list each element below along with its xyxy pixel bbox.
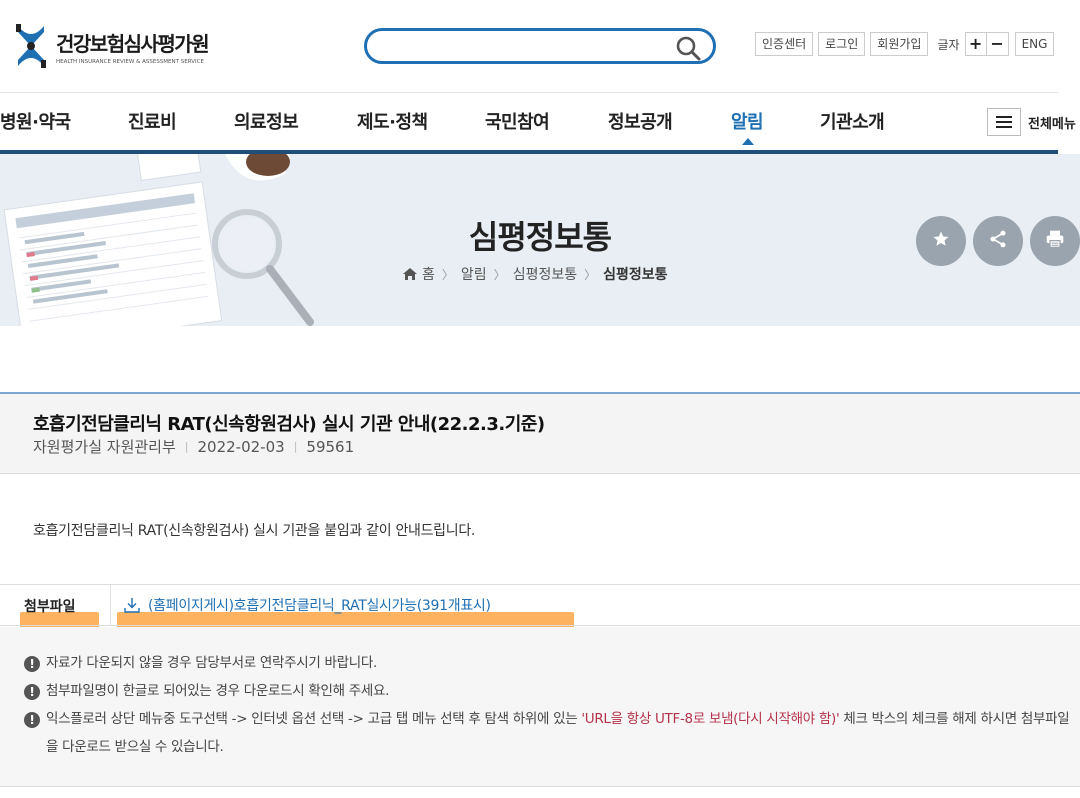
- breadcrumb-chevron-icon: 〉: [493, 267, 506, 282]
- search-input[interactable]: [383, 31, 673, 61]
- notice-text-part: 익스플로러 상단 메뉴중 도구선택 -> 인터넷 옵션 선택 -> 고급 탭 메…: [46, 711, 582, 727]
- attachment-file-link[interactable]: (홈페이지게시)호흡기전담클리닉_RAT실시가능(391개표시): [124, 595, 491, 615]
- logo-korean-text: 건강보험심사평가원: [56, 31, 210, 56]
- utility-menu: 인증센터 로그인 회원가입 글자 + − ENG: [755, 32, 1059, 56]
- nav-disclosure[interactable]: 정보공개: [608, 108, 673, 134]
- download-notice-box: ! 자료가 다운되지 않을 경우 담당부서로 연락주시기 바랍니다. ! 첨부파…: [0, 627, 1080, 787]
- exclamation-icon: !: [24, 712, 40, 728]
- nav-notice[interactable]: 알림: [731, 108, 764, 134]
- all-menu-label: 전체메뉴: [1028, 116, 1076, 132]
- breadcrumb-board[interactable]: 심평정보통: [513, 264, 577, 284]
- breadcrumb-chevron-icon: 〉: [584, 267, 597, 282]
- article-department: 자원평가실 자원관리부: [33, 438, 176, 456]
- share-icon: [988, 229, 1008, 253]
- breadcrumb-current: 심평정보통: [603, 267, 668, 283]
- star-icon: [932, 230, 950, 252]
- font-size-label: 글자: [937, 37, 960, 52]
- sub-visual-banner: 심평정보통 홈 〉 알림 〉 심평정보통 〉 심평정보통: [0, 154, 1080, 326]
- login-button[interactable]: 로그인: [818, 32, 866, 56]
- print-icon: [1045, 229, 1065, 253]
- attachment-divider: [110, 585, 111, 625]
- search-box: [364, 28, 716, 64]
- cert-center-button[interactable]: 인증센터: [755, 32, 814, 56]
- breadcrumb: 홈 〉 알림 〉 심평정보통 〉 심평정보통: [402, 264, 668, 284]
- article-views: 59561: [306, 437, 355, 456]
- meta-separator: |: [184, 440, 189, 453]
- font-minus-button[interactable]: −: [986, 32, 1009, 56]
- header-divider: [0, 92, 1058, 93]
- site-logo[interactable]: 건강보험심사평가원 HEALTH INSURANCE REVIEW & ASSE…: [14, 24, 210, 68]
- logo-english-text: HEALTH INSURANCE REVIEW & ASSESSMENT SER…: [56, 58, 204, 65]
- search-icon[interactable]: [675, 35, 701, 61]
- english-button[interactable]: ENG: [1014, 32, 1055, 56]
- all-menu-button[interactable]: 전체메뉴: [987, 108, 1076, 136]
- article-date: 2022-02-03: [197, 437, 285, 456]
- article-header: 호흡기전담클리닉 RAT(신속항원검사) 실시 기관 안내(22.2.3.기준)…: [0, 394, 1080, 474]
- notice-text: 첨부파일명이 한글로 되어있는 경우 다운로드시 확인해 주세요.: [46, 683, 390, 699]
- notice-text: 자료가 다운되지 않을 경우 담당부서로 연락주시기 바랍니다.: [46, 655, 377, 671]
- notice-item: ! 익스플로러 상단 메뉴중 도구선택 -> 인터넷 옵션 선택 -> 고급 탭…: [24, 711, 1071, 761]
- share-button[interactable]: [973, 216, 1023, 266]
- nav-hospital-pharmacy[interactable]: 병원·약국: [0, 108, 71, 134]
- breadcrumb-chevron-icon: 〉: [441, 267, 454, 282]
- nav-policy[interactable]: 제도·정책: [357, 108, 428, 134]
- nav-participation[interactable]: 국민참여: [485, 108, 550, 134]
- breadcrumb-notice[interactable]: 알림: [461, 264, 487, 284]
- hamburger-icon: [987, 108, 1021, 136]
- notice-text: 익스플로러 상단 메뉴중 도구선택 -> 인터넷 옵션 선택 -> 고급 탭 메…: [46, 705, 1071, 761]
- logo-mark-icon: [14, 24, 48, 68]
- join-button[interactable]: 회원가입: [870, 32, 929, 56]
- breadcrumb-home[interactable]: 홈: [422, 264, 435, 284]
- article-body: 호흡기전담클리닉 RAT(신속항원검사) 실시 기관을 붙임과 같이 안내드립니…: [33, 523, 476, 539]
- article-title: 호흡기전담클리닉 RAT(신속항원검사) 실시 기관 안내(22.2.3.기준): [33, 414, 545, 435]
- article-meta: 자원평가실 자원관리부 | 2022-02-03 | 59561: [33, 436, 354, 457]
- notice-item: ! 자료가 다운되지 않을 경우 담당부서로 연락주시기 바랍니다.: [24, 655, 1071, 677]
- print-button[interactable]: [1030, 216, 1080, 266]
- exclamation-icon: !: [24, 684, 40, 700]
- meta-separator: |: [293, 440, 298, 453]
- nav-medical-fees[interactable]: 진료비: [128, 108, 177, 134]
- favorite-button[interactable]: [916, 216, 966, 266]
- download-icon: [124, 597, 140, 613]
- active-nav-caret: [742, 138, 754, 145]
- notice-item: ! 첨부파일명이 한글로 되어있는 경우 다운로드시 확인해 주세요.: [24, 683, 1071, 705]
- nav-about[interactable]: 기관소개: [820, 108, 885, 134]
- notice-utf8-option: 'URL을 항상 UTF-8로 보냄(다시 시작해야 함)': [581, 711, 840, 727]
- exclamation-icon: !: [24, 656, 40, 672]
- home-icon[interactable]: [402, 267, 418, 281]
- attachment-label: 첨부파일: [24, 599, 76, 615]
- nav-medical-info[interactable]: 의료정보: [234, 108, 299, 134]
- attachment-file-name: (홈페이지게시)호흡기전담클리닉_RAT실시가능(391개표시): [148, 598, 491, 614]
- attachment-row: 첨부파일 (홈페이지게시)호흡기전담클리닉_RAT실시가능(391개표시): [0, 584, 1080, 626]
- font-plus-button[interactable]: +: [964, 32, 987, 56]
